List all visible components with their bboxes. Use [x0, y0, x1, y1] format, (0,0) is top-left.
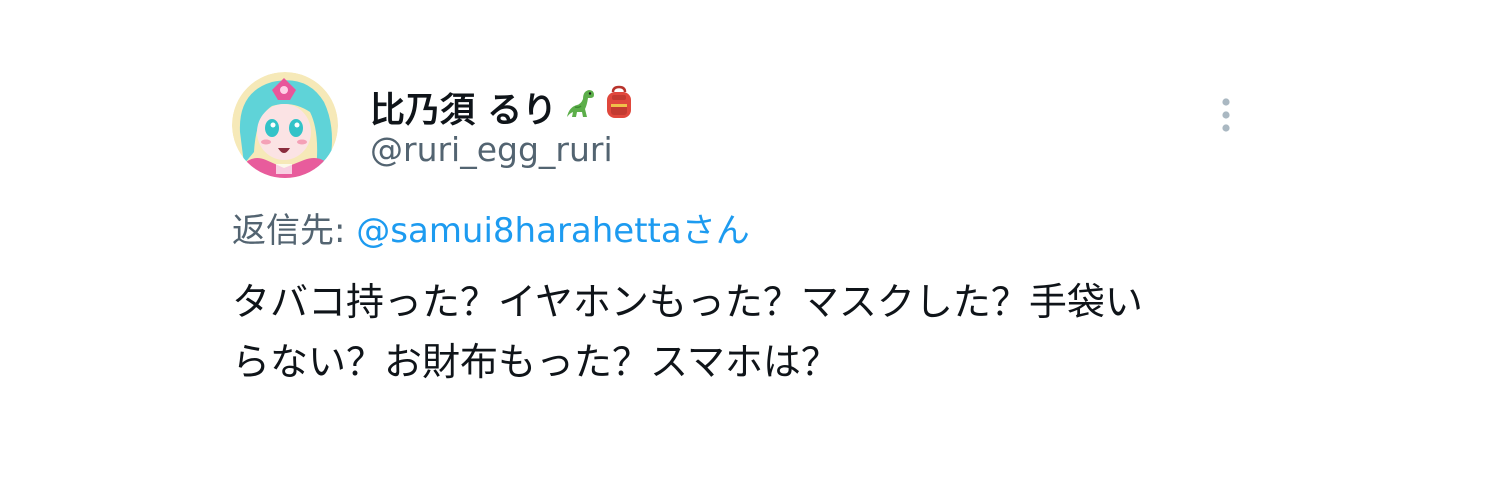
tweet-card: 比乃須 るり @ruri_egg_ruri 返信先: @samui8harahe… [0, 0, 1500, 500]
dinosaur-emoji [561, 85, 597, 130]
reply-target-link[interactable]: @samui8harahettaさん [356, 211, 749, 251]
tweet-text-line: タバコ持った？イヤホンもった？マスクした？手袋い [232, 280, 1143, 324]
more-options-button[interactable] [1212, 96, 1240, 136]
avatar[interactable] [232, 72, 338, 178]
more-vertical-icon [1222, 98, 1230, 132]
backpack-emoji [601, 85, 637, 130]
reply-context: 返信先: @samui8harahettaさん [232, 203, 750, 252]
display-name-text: 比乃須 るり [370, 91, 558, 131]
avatar-image [232, 72, 338, 178]
reply-prefix: 返信先: [232, 211, 357, 251]
tweet-text-line: らない？お財布もった？スマホは？ [232, 340, 839, 384]
tweet-text: タバコ持った？イヤホンもった？マスクした？手袋い らない？お財布もった？スマホは… [232, 272, 1252, 392]
user-handle[interactable]: @ruri_egg_ruri [370, 130, 613, 169]
display-name[interactable]: 比乃須 るり [370, 82, 637, 133]
